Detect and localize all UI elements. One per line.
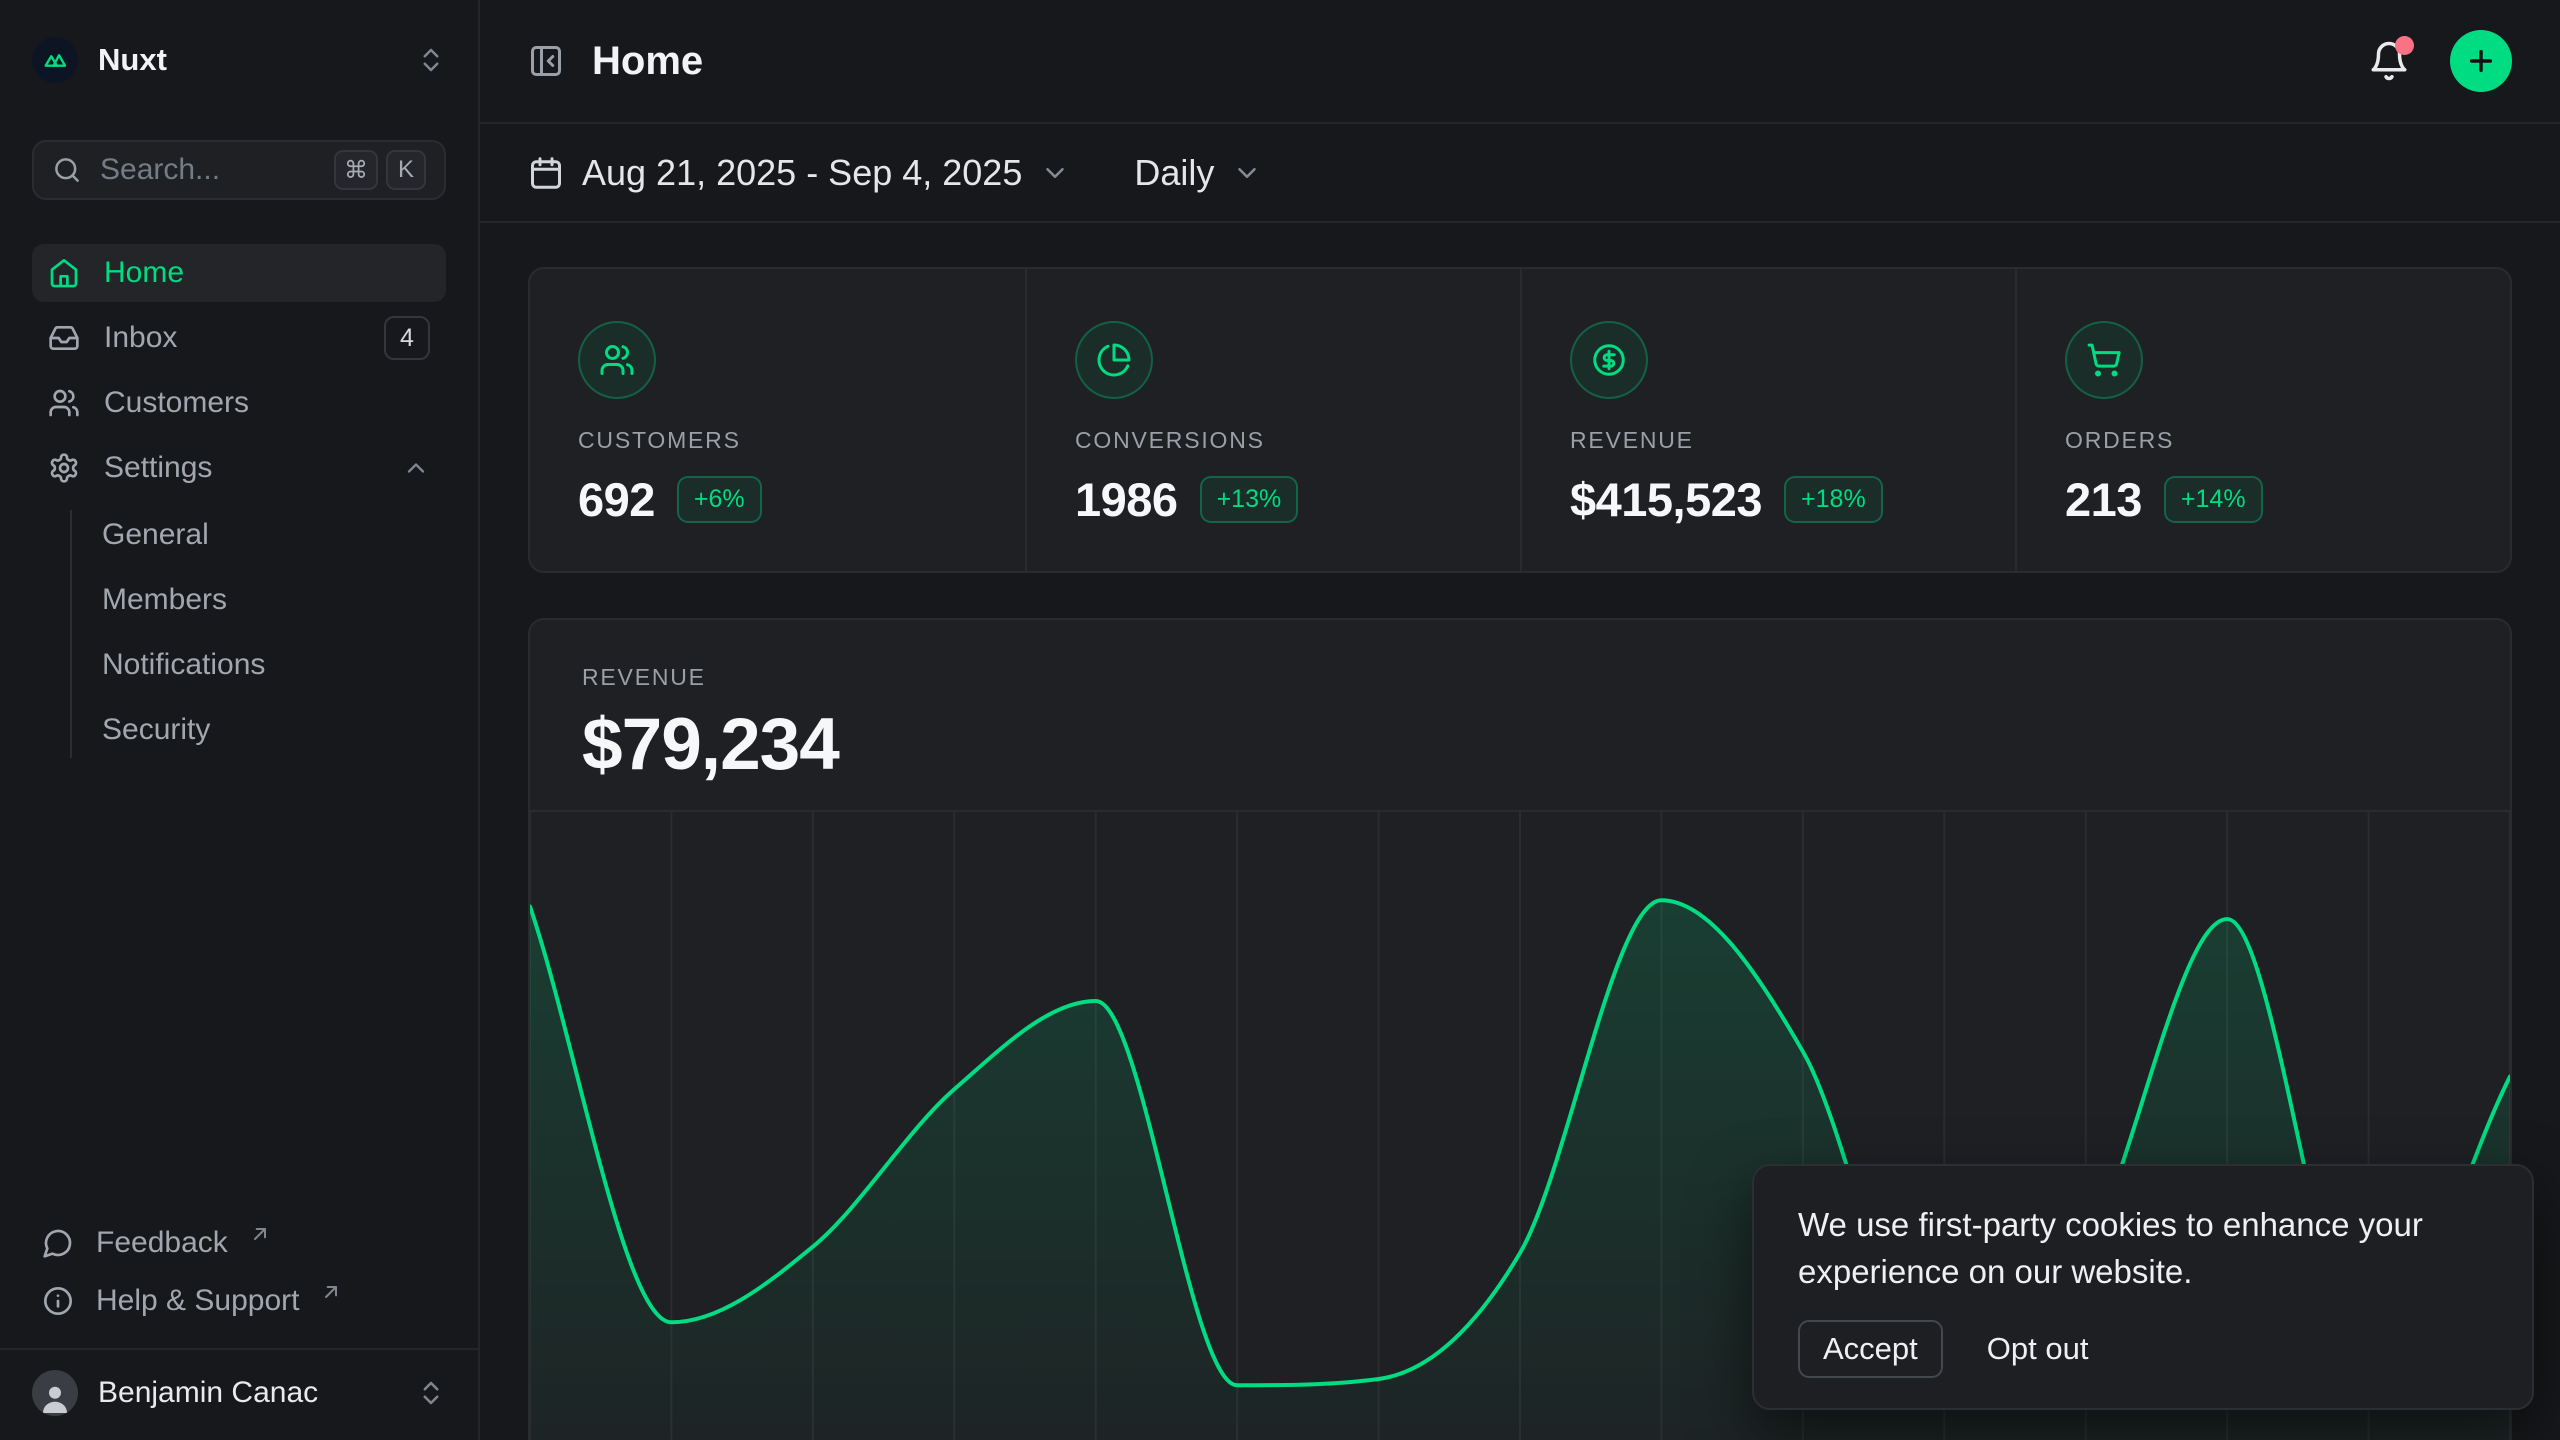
shopping-cart-icon (2086, 342, 2122, 378)
avatar (32, 1370, 78, 1416)
sidebar-collapse-button[interactable] (528, 43, 564, 79)
info-icon (42, 1285, 74, 1317)
sidebar-item-label: Customers (104, 386, 249, 420)
inbox-icon (48, 322, 80, 354)
panel-left-close-icon (528, 43, 564, 79)
notification-dot (2395, 36, 2414, 55)
stat-icon-circle (2065, 321, 2143, 399)
stat-card-orders[interactable]: ORDERS 213 +14% (2015, 269, 2510, 571)
search-kbd-shortcut: ⌘ K (334, 150, 426, 190)
chevrons-up-down-icon (416, 45, 446, 75)
nuxt-logo-icon (32, 37, 78, 83)
stat-delta-badge: +18% (1784, 476, 1883, 523)
stat-card-conversions[interactable]: CONVERSIONS 1986 +13% (1025, 269, 1520, 571)
stat-value: $415,523 (1570, 472, 1762, 527)
stat-value: 692 (578, 472, 655, 527)
sub-item-label: General (102, 518, 209, 552)
search-placeholder: Search... (100, 153, 316, 187)
revenue-chart-value: $79,234 (582, 703, 2458, 786)
workspace-switcher[interactable]: Nuxt (32, 36, 446, 84)
sidebar-item-general[interactable]: General (32, 506, 446, 564)
chevron-down-icon (1232, 158, 1262, 188)
notifications-button[interactable] (2368, 40, 2410, 82)
stat-label: CONVERSIONS (1075, 427, 1472, 454)
home-icon (48, 257, 80, 289)
user-name: Benjamin Canac (98, 1376, 318, 1410)
stat-icon-circle (578, 321, 656, 399)
sub-item-label: Security (102, 713, 210, 747)
search-input[interactable]: Search... ⌘ K (32, 140, 446, 200)
cookie-banner: We use first-party cookies to enhance yo… (1752, 1164, 2534, 1410)
feedback-link[interactable]: Feedback (32, 1214, 446, 1272)
sidebar-item-label: Home (104, 256, 184, 290)
circle-dollar-icon (1591, 342, 1627, 378)
footer-item-label: Feedback (96, 1226, 228, 1260)
message-circle-icon (42, 1227, 74, 1259)
date-range-picker[interactable]: Aug 21, 2025 - Sep 4, 2025 (528, 152, 1070, 194)
stat-value: 1986 (1075, 472, 1178, 527)
sidebar-item-label: Settings (104, 451, 212, 485)
footer-item-label: Help & Support (96, 1284, 299, 1318)
stat-delta-badge: +13% (1200, 476, 1299, 523)
granularity-value: Daily (1134, 152, 1214, 194)
chevron-up-icon (402, 454, 430, 482)
sidebar-item-home[interactable]: Home (32, 244, 446, 302)
sidebar-spacer (0, 772, 478, 1214)
users-icon (599, 342, 635, 378)
stat-card-customers[interactable]: CUSTOMERS 692 +6% (530, 269, 1025, 571)
sidebar-item-customers[interactable]: Customers (32, 374, 446, 432)
plus-icon (2465, 45, 2497, 77)
sidebar-item-notifications[interactable]: Notifications (32, 636, 446, 694)
accept-button[interactable]: Accept (1798, 1320, 1943, 1378)
opt-out-button[interactable]: Opt out (1987, 1331, 2089, 1367)
users-icon (48, 387, 80, 419)
cookie-message: We use first-party cookies to enhance yo… (1798, 1202, 2488, 1296)
stat-icon-circle (1075, 321, 1153, 399)
stat-delta-badge: +14% (2164, 476, 2263, 523)
sidebar-item-security[interactable]: Security (32, 701, 446, 759)
sub-item-label: Notifications (102, 648, 265, 682)
sidebar-item-members[interactable]: Members (32, 571, 446, 629)
sidebar-footer: Feedback Help & Support (0, 1214, 478, 1330)
help-support-link[interactable]: Help & Support (32, 1272, 446, 1330)
user-menu[interactable]: Benjamin Canac (0, 1348, 478, 1440)
sidebar: Nuxt Search... ⌘ K Home Inbox 4 Customer… (0, 0, 480, 1440)
stat-label: CUSTOMERS (578, 427, 977, 454)
stat-delta-badge: +6% (677, 476, 762, 523)
calendar-icon (528, 155, 564, 191)
granularity-select[interactable]: Daily (1134, 152, 1262, 194)
sub-item-label: Members (102, 583, 227, 617)
filters-toolbar: Aug 21, 2025 - Sep 4, 2025 Daily (480, 124, 2560, 223)
sidebar-item-inbox[interactable]: Inbox 4 (32, 309, 446, 367)
inbox-unread-badge: 4 (384, 316, 430, 360)
chevron-down-icon (1040, 158, 1070, 188)
date-range-value: Aug 21, 2025 - Sep 4, 2025 (582, 152, 1022, 194)
search-icon (52, 155, 82, 185)
stat-label: ORDERS (2065, 427, 2462, 454)
revenue-chart-label: REVENUE (582, 664, 2458, 691)
page-title: Home (592, 39, 703, 84)
stat-label: REVENUE (1570, 427, 1967, 454)
kbd-cmd: ⌘ (334, 150, 378, 190)
add-button[interactable] (2450, 30, 2512, 92)
gear-icon (48, 452, 80, 484)
stats-row: CUSTOMERS 692 +6% CONVERSIONS 1986 +13% (528, 267, 2512, 573)
settings-subnav: General Members Notifications Security (32, 504, 446, 772)
sidebar-nav: Home Inbox 4 Customers Settings General … (0, 244, 478, 772)
page-header: Home (480, 0, 2560, 124)
external-link-icon (321, 1282, 341, 1302)
external-link-icon (250, 1224, 270, 1244)
sidebar-item-settings[interactable]: Settings (32, 439, 446, 497)
stat-card-revenue[interactable]: REVENUE $415,523 +18% (1520, 269, 2015, 571)
stat-value: 213 (2065, 472, 2142, 527)
pie-chart-icon (1096, 342, 1132, 378)
workspace-name: Nuxt (98, 42, 167, 78)
chevrons-up-down-icon (416, 1378, 446, 1408)
sidebar-item-label: Inbox (104, 321, 177, 355)
stat-icon-circle (1570, 321, 1648, 399)
kbd-k: K (386, 150, 426, 190)
